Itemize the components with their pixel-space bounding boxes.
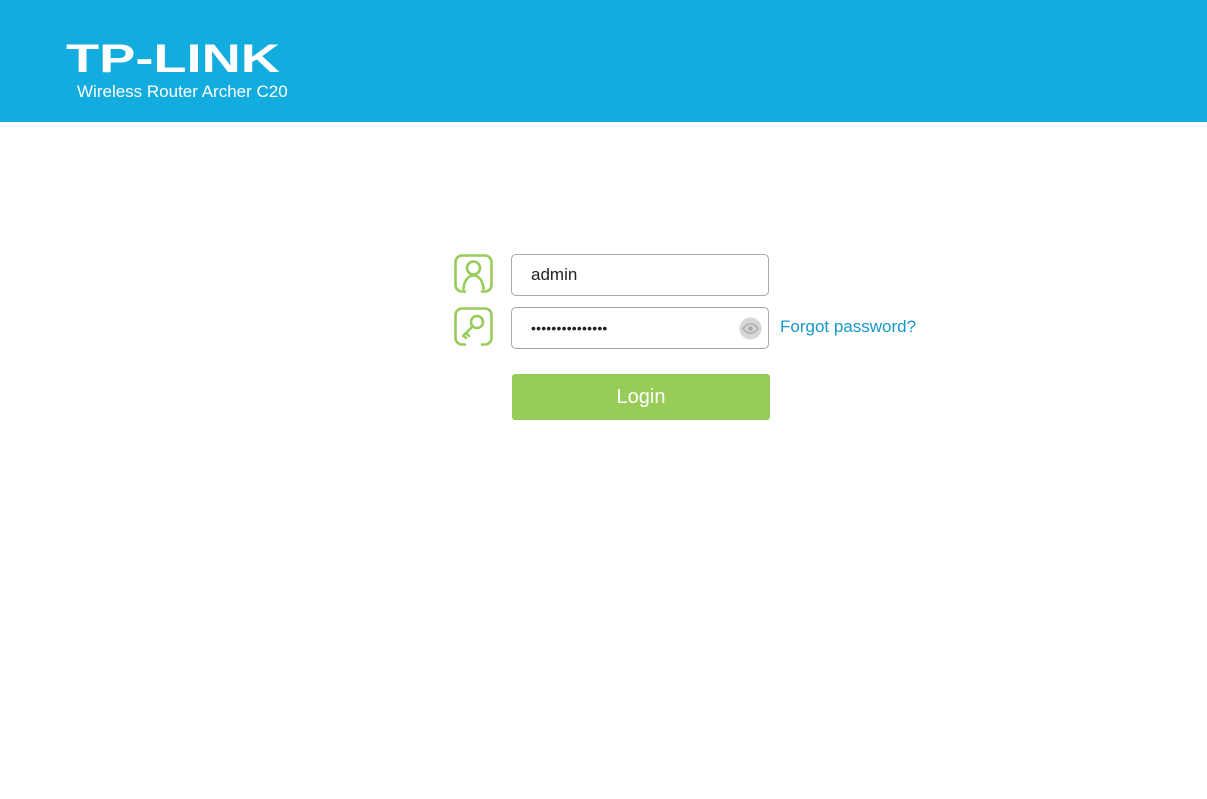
user-icon [454,254,493,293]
login-form: ••••••••••••••• Forgot password? Login [0,0,1207,799]
forgot-password-link[interactable]: Forgot password? [780,317,916,337]
password-input[interactable]: ••••••••••••••• [531,308,608,348]
username-field-box [511,254,769,296]
username-input[interactable] [512,255,741,295]
eye-icon[interactable] [739,317,762,340]
key-icon [454,307,493,346]
password-field-box[interactable]: ••••••••••••••• [511,307,769,349]
login-button[interactable]: Login [512,374,770,420]
